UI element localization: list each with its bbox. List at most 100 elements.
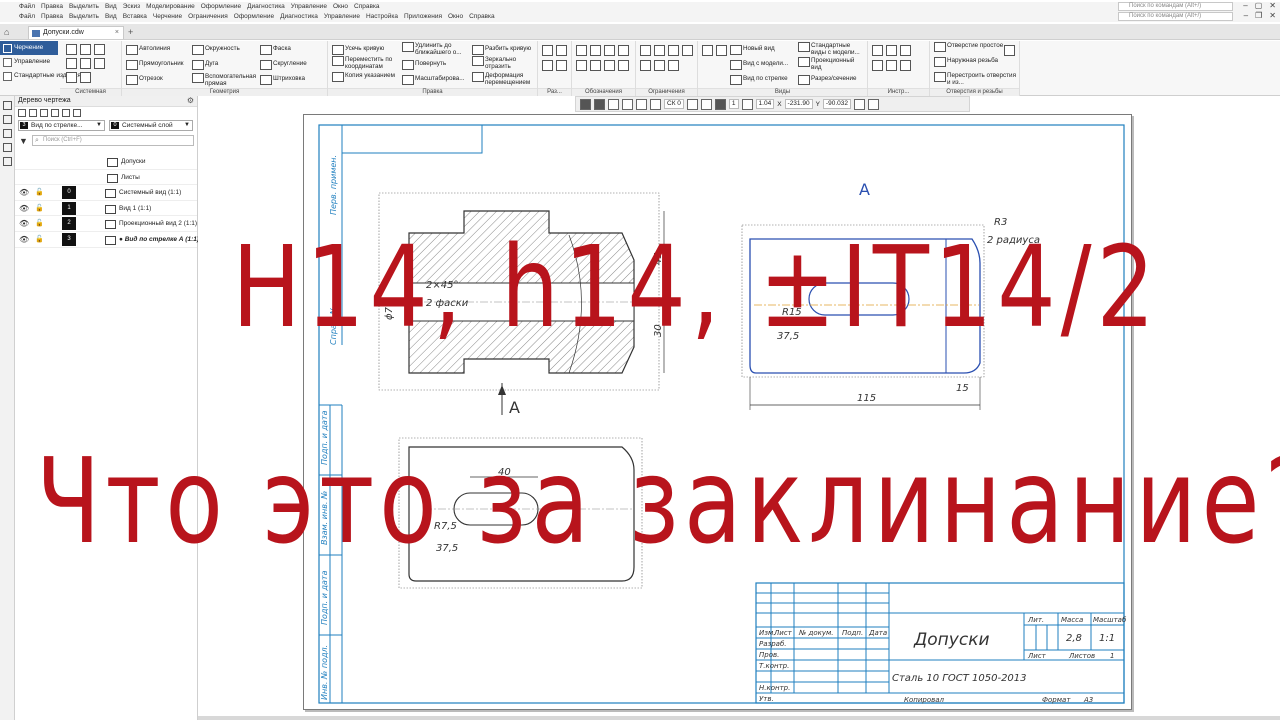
mode-management[interactable]: Управление [0, 55, 58, 69]
tree-tool-icon[interactable] [62, 109, 70, 117]
eye-icon[interactable]: 👁 [19, 185, 29, 200]
filter-icon[interactable]: ▼ [19, 136, 28, 146]
command-search-input-2[interactable]: Поиск по командам (Alt+/) [1118, 12, 1233, 21]
tool-arc[interactable]: Дуга [192, 60, 218, 70]
tree-tool-icon[interactable] [51, 109, 59, 117]
equal-icon[interactable] [668, 60, 679, 71]
view-tool-icon[interactable] [716, 45, 727, 56]
perpendicular-icon[interactable] [654, 45, 665, 56]
menu-item[interactable]: Черчение [152, 13, 183, 20]
menu-item[interactable]: Выделить [68, 3, 100, 10]
roughness-icon[interactable] [576, 45, 587, 56]
layer-select[interactable]: 1 [728, 99, 739, 109]
tool-fillet[interactable]: Скругление [260, 60, 307, 70]
base-icon[interactable] [618, 45, 629, 56]
tree-tool-icon[interactable] [73, 109, 81, 117]
tree-item-view-2[interactable]: 👁 🔓 2 Проекционный вид 2 (1:1) [15, 216, 197, 232]
dim-icon[interactable] [636, 98, 647, 110]
menu-item[interactable]: Справка [468, 13, 496, 20]
tree-sheets[interactable]: Листы [15, 170, 197, 186]
calc-icon[interactable] [886, 45, 897, 56]
redo-icon[interactable] [80, 72, 91, 83]
tolerance-icon[interactable] [604, 45, 615, 56]
menu-item[interactable]: Настройка [365, 13, 399, 20]
lock-icon[interactable]: 🔓 [35, 232, 44, 247]
variables-icon[interactable] [2, 115, 12, 124]
menu-item[interactable]: Эскиз [122, 3, 141, 10]
layers-icon[interactable] [886, 60, 897, 71]
pointer-icon[interactable] [853, 98, 865, 110]
save-icon[interactable] [94, 44, 105, 55]
close-tab-icon[interactable]: × [115, 27, 119, 39]
restore-icon[interactable]: ❐ [1255, 11, 1262, 20]
tool-standard-views[interactable]: Стандартные виды с модели... [798, 42, 866, 56]
tool-hatch[interactable]: Штриховка [260, 75, 305, 85]
tool-segment[interactable]: Отрезок [126, 75, 163, 85]
local-cs-icon[interactable] [700, 98, 712, 110]
tool-extend[interactable]: Удлинить до ближайшего о... [402, 42, 470, 56]
view-select[interactable]: 3 Вид по стрелке... ▼ [18, 120, 105, 131]
close-icon[interactable]: ✕ [1269, 11, 1276, 20]
coord-system-select[interactable]: СК 0 [664, 99, 684, 109]
tree-item-view-1[interactable]: 👁 🔓 1 Вид 1 (1:1) [15, 201, 197, 217]
tree-item-view-0[interactable]: 👁 🔓 0 Системный вид (1:1) [15, 185, 197, 201]
menu-item[interactable]: Файл [18, 3, 36, 10]
diameter-dim-icon[interactable] [556, 45, 567, 56]
drawing-canvas[interactable]: Перв. примен. Справ. № Подп. и дата Взам… [198, 112, 1280, 720]
menu-item[interactable]: Оформление [233, 13, 275, 20]
eye-icon[interactable]: 👁 [19, 232, 29, 247]
menu-item[interactable]: Файл [18, 13, 36, 20]
tool-model-view[interactable]: Вид с модели... [730, 60, 788, 70]
menu-item[interactable]: Окно [447, 13, 464, 20]
tool-autoline[interactable]: Автолиния [126, 45, 170, 55]
tool-copy[interactable]: Копия указанием [332, 72, 400, 82]
menu-item[interactable]: Оформление [200, 3, 242, 10]
menu-item[interactable]: Диагностика [246, 3, 286, 10]
horizontal-scrollbar[interactable] [198, 716, 1280, 720]
tool-deform[interactable]: Деформация перемещением [472, 72, 536, 86]
library-icon[interactable] [900, 45, 911, 56]
undo-icon[interactable] [66, 72, 77, 83]
tool-chamfer[interactable]: Фаска [260, 45, 291, 55]
view-tool-icon[interactable] [702, 45, 713, 56]
library-icon[interactable] [2, 157, 12, 166]
text-icon[interactable] [590, 45, 601, 56]
eye-icon[interactable]: 👁 [19, 201, 29, 216]
minimize-icon[interactable]: – [1244, 11, 1248, 20]
tree-item-view-3[interactable]: 👁 🔓 3 ● Вид по стрелке А (1:1) [15, 232, 199, 248]
menu-item[interactable]: Управление [290, 3, 328, 10]
menu-item[interactable]: Управление [323, 13, 361, 20]
linear-dim-icon[interactable] [542, 45, 553, 56]
variables-icon[interactable] [872, 60, 883, 71]
angle-dim-icon[interactable] [542, 60, 553, 71]
parallel-icon[interactable] [640, 45, 651, 56]
menu-item[interactable]: Диагностика [279, 13, 319, 20]
y-coordinate[interactable]: -90.032 [822, 99, 851, 109]
new-doc-icon[interactable] [66, 44, 77, 55]
command-search-input[interactable]: Поиск по командам (Alt+/) [1118, 2, 1233, 11]
tree-root[interactable]: Допуски [15, 154, 197, 170]
eye-icon[interactable]: 👁 [19, 216, 29, 231]
lock-icon[interactable]: 🔓 [35, 201, 44, 216]
horizontal-icon[interactable] [640, 60, 651, 71]
tool-move-coords[interactable]: Переместить по координатам [332, 56, 400, 70]
minimize-icon[interactable]: – [1243, 1, 1247, 10]
menu-item[interactable]: Правка [40, 3, 64, 10]
paste-icon[interactable] [80, 58, 91, 69]
tool-rebuild-holes[interactable]: Перестроить отверстия и из... [934, 72, 1018, 86]
gear-icon[interactable]: ⚙ [187, 96, 194, 106]
cursor-icon[interactable] [714, 98, 726, 110]
tool-rotate[interactable]: Повернуть [402, 60, 446, 70]
lock-icon[interactable]: 🔓 [35, 185, 44, 200]
measure-icon[interactable] [872, 45, 883, 56]
mode-icon[interactable] [622, 98, 633, 110]
tool-split[interactable]: Разбить кривую [472, 45, 531, 55]
menu-item[interactable]: Выделить [68, 13, 100, 20]
tool-new-view[interactable]: Новый вид [730, 45, 775, 55]
menu-item[interactable]: Окно [332, 3, 349, 10]
properties-icon[interactable] [2, 143, 12, 152]
tool-outer-thread[interactable]: Наружная резьба [934, 57, 1018, 67]
coincidence-icon[interactable] [682, 45, 693, 56]
open-icon[interactable] [80, 44, 91, 55]
new-tab-icon[interactable]: + [128, 27, 133, 37]
